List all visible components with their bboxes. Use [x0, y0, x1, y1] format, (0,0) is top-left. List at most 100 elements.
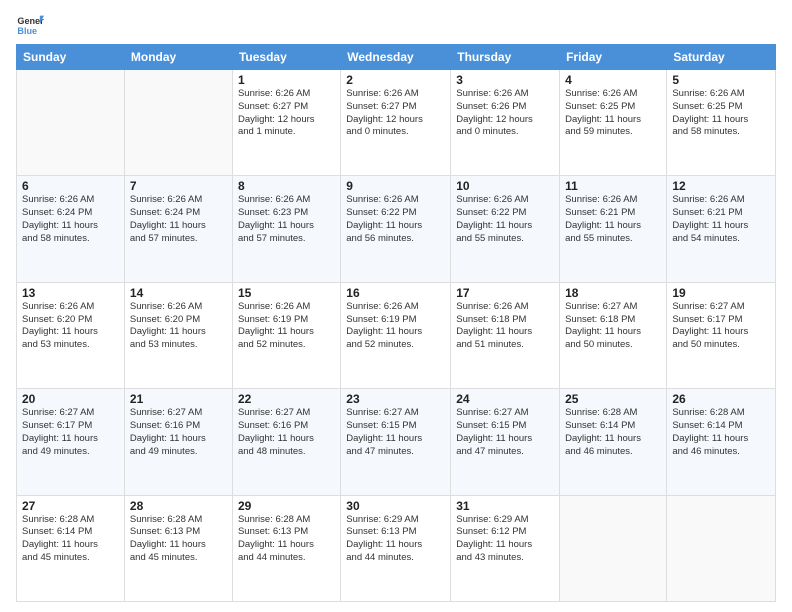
- day-number: 16: [346, 286, 445, 300]
- day-info: Sunrise: 6:26 AM Sunset: 6:24 PM Dayligh…: [22, 194, 119, 245]
- day-info: Sunrise: 6:26 AM Sunset: 6:27 PM Dayligh…: [346, 88, 445, 139]
- day-info: Sunrise: 6:27 AM Sunset: 6:15 PM Dayligh…: [346, 407, 445, 458]
- day-number: 21: [130, 392, 227, 406]
- day-info: Sunrise: 6:27 AM Sunset: 6:17 PM Dayligh…: [672, 301, 770, 352]
- day-number: 3: [456, 73, 554, 87]
- day-number: 23: [346, 392, 445, 406]
- day-cell: 4Sunrise: 6:26 AM Sunset: 6:25 PM Daylig…: [560, 70, 667, 176]
- day-info: Sunrise: 6:28 AM Sunset: 6:14 PM Dayligh…: [672, 407, 770, 458]
- day-info: Sunrise: 6:27 AM Sunset: 6:18 PM Dayligh…: [565, 301, 661, 352]
- header: General Blue: [16, 10, 776, 38]
- day-number: 25: [565, 392, 661, 406]
- day-cell: 17Sunrise: 6:26 AM Sunset: 6:18 PM Dayli…: [451, 282, 560, 388]
- day-cell: 12Sunrise: 6:26 AM Sunset: 6:21 PM Dayli…: [667, 176, 776, 282]
- day-cell: 27Sunrise: 6:28 AM Sunset: 6:14 PM Dayli…: [17, 495, 125, 601]
- day-number: 17: [456, 286, 554, 300]
- weekday-header: Thursday: [451, 45, 560, 70]
- day-number: 2: [346, 73, 445, 87]
- day-number: 4: [565, 73, 661, 87]
- day-info: Sunrise: 6:26 AM Sunset: 6:25 PM Dayligh…: [672, 88, 770, 139]
- day-cell: 11Sunrise: 6:26 AM Sunset: 6:21 PM Dayli…: [560, 176, 667, 282]
- day-cell: 31Sunrise: 6:29 AM Sunset: 6:12 PM Dayli…: [451, 495, 560, 601]
- day-info: Sunrise: 6:26 AM Sunset: 6:26 PM Dayligh…: [456, 88, 554, 139]
- day-number: 19: [672, 286, 770, 300]
- day-info: Sunrise: 6:26 AM Sunset: 6:24 PM Dayligh…: [130, 194, 227, 245]
- day-cell: 7Sunrise: 6:26 AM Sunset: 6:24 PM Daylig…: [124, 176, 232, 282]
- day-number: 22: [238, 392, 335, 406]
- day-info: Sunrise: 6:29 AM Sunset: 6:13 PM Dayligh…: [346, 514, 445, 565]
- day-cell: 10Sunrise: 6:26 AM Sunset: 6:22 PM Dayli…: [451, 176, 560, 282]
- day-number: 18: [565, 286, 661, 300]
- day-info: Sunrise: 6:26 AM Sunset: 6:19 PM Dayligh…: [346, 301, 445, 352]
- week-row: 6Sunrise: 6:26 AM Sunset: 6:24 PM Daylig…: [17, 176, 776, 282]
- day-cell: 1Sunrise: 6:26 AM Sunset: 6:27 PM Daylig…: [232, 70, 340, 176]
- week-row: 27Sunrise: 6:28 AM Sunset: 6:14 PM Dayli…: [17, 495, 776, 601]
- calendar: SundayMondayTuesdayWednesdayThursdayFrid…: [16, 44, 776, 602]
- day-cell: 23Sunrise: 6:27 AM Sunset: 6:15 PM Dayli…: [341, 389, 451, 495]
- day-number: 10: [456, 179, 554, 193]
- day-number: 27: [22, 499, 119, 513]
- day-cell: 16Sunrise: 6:26 AM Sunset: 6:19 PM Dayli…: [341, 282, 451, 388]
- day-cell: 13Sunrise: 6:26 AM Sunset: 6:20 PM Dayli…: [17, 282, 125, 388]
- day-info: Sunrise: 6:26 AM Sunset: 6:21 PM Dayligh…: [565, 194, 661, 245]
- day-cell: 21Sunrise: 6:27 AM Sunset: 6:16 PM Dayli…: [124, 389, 232, 495]
- day-cell: 14Sunrise: 6:26 AM Sunset: 6:20 PM Dayli…: [124, 282, 232, 388]
- day-number: 12: [672, 179, 770, 193]
- day-cell: 26Sunrise: 6:28 AM Sunset: 6:14 PM Dayli…: [667, 389, 776, 495]
- day-info: Sunrise: 6:26 AM Sunset: 6:23 PM Dayligh…: [238, 194, 335, 245]
- logo: General Blue: [16, 10, 46, 38]
- day-info: Sunrise: 6:26 AM Sunset: 6:21 PM Dayligh…: [672, 194, 770, 245]
- day-number: 13: [22, 286, 119, 300]
- week-row: 1Sunrise: 6:26 AM Sunset: 6:27 PM Daylig…: [17, 70, 776, 176]
- day-info: Sunrise: 6:26 AM Sunset: 6:20 PM Dayligh…: [22, 301, 119, 352]
- day-info: Sunrise: 6:27 AM Sunset: 6:16 PM Dayligh…: [130, 407, 227, 458]
- day-info: Sunrise: 6:26 AM Sunset: 6:18 PM Dayligh…: [456, 301, 554, 352]
- day-number: 7: [130, 179, 227, 193]
- day-number: 24: [456, 392, 554, 406]
- day-cell: 5Sunrise: 6:26 AM Sunset: 6:25 PM Daylig…: [667, 70, 776, 176]
- day-number: 14: [130, 286, 227, 300]
- day-info: Sunrise: 6:28 AM Sunset: 6:14 PM Dayligh…: [565, 407, 661, 458]
- day-info: Sunrise: 6:28 AM Sunset: 6:14 PM Dayligh…: [22, 514, 119, 565]
- day-cell: [124, 70, 232, 176]
- day-cell: 6Sunrise: 6:26 AM Sunset: 6:24 PM Daylig…: [17, 176, 125, 282]
- day-number: 20: [22, 392, 119, 406]
- week-row: 20Sunrise: 6:27 AM Sunset: 6:17 PM Dayli…: [17, 389, 776, 495]
- weekday-header: Wednesday: [341, 45, 451, 70]
- day-cell: 25Sunrise: 6:28 AM Sunset: 6:14 PM Dayli…: [560, 389, 667, 495]
- day-cell: 3Sunrise: 6:26 AM Sunset: 6:26 PM Daylig…: [451, 70, 560, 176]
- day-info: Sunrise: 6:26 AM Sunset: 6:25 PM Dayligh…: [565, 88, 661, 139]
- day-info: Sunrise: 6:27 AM Sunset: 6:16 PM Dayligh…: [238, 407, 335, 458]
- day-number: 29: [238, 499, 335, 513]
- day-number: 26: [672, 392, 770, 406]
- weekday-header: Saturday: [667, 45, 776, 70]
- day-cell: 18Sunrise: 6:27 AM Sunset: 6:18 PM Dayli…: [560, 282, 667, 388]
- day-info: Sunrise: 6:28 AM Sunset: 6:13 PM Dayligh…: [238, 514, 335, 565]
- day-number: 8: [238, 179, 335, 193]
- day-number: 6: [22, 179, 119, 193]
- day-cell: 22Sunrise: 6:27 AM Sunset: 6:16 PM Dayli…: [232, 389, 340, 495]
- day-info: Sunrise: 6:26 AM Sunset: 6:27 PM Dayligh…: [238, 88, 335, 139]
- svg-text:Blue: Blue: [17, 26, 37, 36]
- weekday-header: Tuesday: [232, 45, 340, 70]
- day-info: Sunrise: 6:26 AM Sunset: 6:22 PM Dayligh…: [346, 194, 445, 245]
- day-cell: 30Sunrise: 6:29 AM Sunset: 6:13 PM Dayli…: [341, 495, 451, 601]
- day-cell: 2Sunrise: 6:26 AM Sunset: 6:27 PM Daylig…: [341, 70, 451, 176]
- day-number: 31: [456, 499, 554, 513]
- day-number: 9: [346, 179, 445, 193]
- day-info: Sunrise: 6:26 AM Sunset: 6:19 PM Dayligh…: [238, 301, 335, 352]
- day-cell: 19Sunrise: 6:27 AM Sunset: 6:17 PM Dayli…: [667, 282, 776, 388]
- day-number: 5: [672, 73, 770, 87]
- week-row: 13Sunrise: 6:26 AM Sunset: 6:20 PM Dayli…: [17, 282, 776, 388]
- day-cell: 29Sunrise: 6:28 AM Sunset: 6:13 PM Dayli…: [232, 495, 340, 601]
- day-cell: 9Sunrise: 6:26 AM Sunset: 6:22 PM Daylig…: [341, 176, 451, 282]
- page: General Blue SundayMondayTuesdayWednesda…: [0, 0, 792, 612]
- day-cell: 24Sunrise: 6:27 AM Sunset: 6:15 PM Dayli…: [451, 389, 560, 495]
- day-cell: 8Sunrise: 6:26 AM Sunset: 6:23 PM Daylig…: [232, 176, 340, 282]
- weekday-header: Monday: [124, 45, 232, 70]
- weekday-header: Friday: [560, 45, 667, 70]
- day-number: 15: [238, 286, 335, 300]
- day-cell: [17, 70, 125, 176]
- weekday-header-row: SundayMondayTuesdayWednesdayThursdayFrid…: [17, 45, 776, 70]
- day-number: 30: [346, 499, 445, 513]
